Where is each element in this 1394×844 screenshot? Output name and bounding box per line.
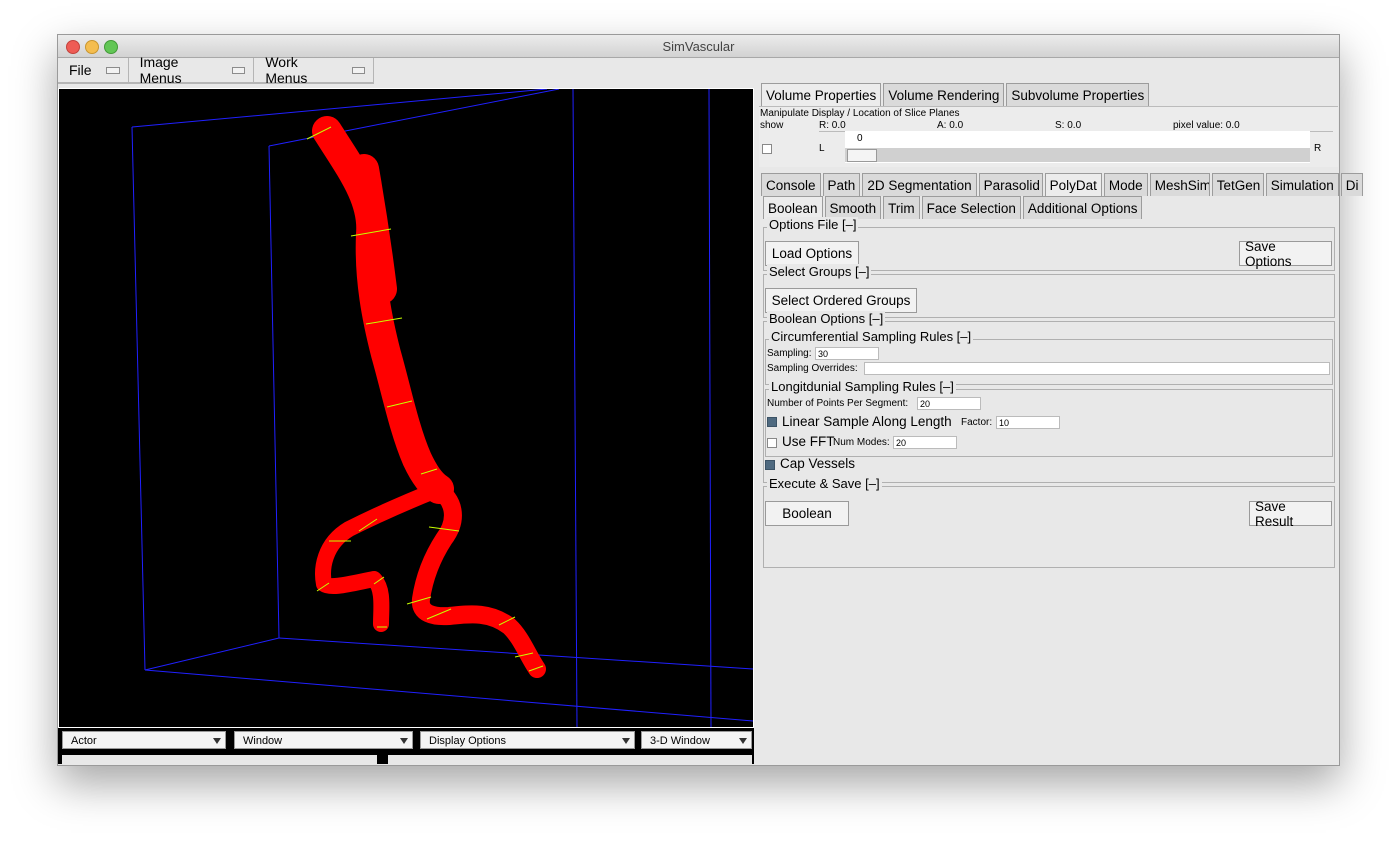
use-fft-label: Use FFT: [782, 434, 835, 449]
save-result-button[interactable]: Save Result: [1249, 499, 1332, 529]
num-modes-label: Num Modes:: [833, 437, 890, 448]
slice-panel: Manipulate Display / Location of Slice P…: [759, 106, 1338, 167]
tab-smooth[interactable]: Smooth: [824, 196, 882, 219]
tab-meshsim[interactable]: MeshSim: [1149, 173, 1210, 196]
chevron-down-icon: [213, 738, 221, 744]
num-modes-field[interactable]: 20: [893, 436, 957, 449]
circumferential-title[interactable]: Circumferential Sampling Rules [–]: [769, 329, 974, 344]
show-checkbox[interactable]: [762, 144, 772, 154]
options-file-title[interactable]: Options File [–]: [767, 217, 859, 232]
viewport-strip-left: [62, 755, 377, 764]
app-window: SimVascular File Image Menus Work Menus: [57, 34, 1363, 766]
tab-trim[interactable]: Trim: [883, 196, 920, 219]
tab-2d-segmentation[interactable]: 2D Segmentation: [862, 173, 977, 196]
actor-dropdown[interactable]: Actor: [62, 731, 226, 749]
display-options-dropdown[interactable]: Display Options: [420, 731, 635, 749]
points-per-segment-label: Number of Points Per Segment:: [767, 398, 909, 409]
main-tabs: Console Path 2D Segmentation Parasolid P…: [761, 173, 1363, 196]
sampling-label: Sampling:: [767, 348, 812, 359]
menu-work[interactable]: Work Menus: [254, 54, 374, 86]
window-dropdown-label: Window: [243, 735, 283, 747]
chevron-down-icon: [400, 738, 408, 744]
factor-label: Factor:: [961, 417, 993, 428]
sub-tabs: Boolean Smooth Trim Face Selection Addit…: [763, 196, 1144, 219]
sampling-overrides-label: Sampling Overrides:: [767, 363, 858, 374]
cap-vessels-label: Cap Vessels: [780, 456, 856, 471]
volume-tabs: Volume Properties Volume Rendering Subvo…: [761, 83, 1151, 106]
bounding-box-lines: [131, 89, 753, 727]
factor-field[interactable]: 10: [996, 416, 1060, 429]
show-label: show: [760, 120, 784, 131]
tab-subvolume-properties[interactable]: Subvolume Properties: [1006, 83, 1150, 106]
menu-indicator-icon: [351, 66, 365, 74]
linear-sample-checkbox[interactable]: [767, 417, 777, 427]
sampling-overrides-field[interactable]: [864, 362, 1330, 375]
menu-image[interactable]: Image Menus: [128, 54, 255, 86]
window-title: SimVascular: [662, 39, 735, 54]
slider-handle[interactable]: [847, 149, 877, 162]
display-options-label: Display Options: [429, 735, 507, 747]
chevron-down-icon: [622, 738, 630, 744]
tab-tetgen[interactable]: TetGen: [1211, 173, 1264, 196]
vessel-render: [131, 89, 753, 727]
3d-viewport[interactable]: [58, 88, 754, 728]
slice-slider[interactable]: 0: [845, 131, 1310, 163]
sampling-field[interactable]: 30: [815, 347, 879, 360]
tab-face-selection[interactable]: Face Selection: [921, 196, 1021, 219]
tab-polydata[interactable]: PolyDat: [1044, 173, 1102, 196]
chevron-down-icon: [739, 738, 747, 744]
menu-image-label: Image Menus: [139, 54, 182, 86]
menu-bar: File Image Menus Work Menus: [58, 54, 374, 86]
menu-file-label: File: [69, 62, 92, 78]
execute-save-group: [763, 486, 1335, 568]
3d-window-label: 3-D Window: [650, 735, 710, 747]
slice-heading: Manipulate Display / Location of Slice P…: [760, 108, 960, 119]
boolean-options-title[interactable]: Boolean Options [–]: [767, 311, 886, 326]
tab-parasolid[interactable]: Parasolid: [978, 173, 1043, 196]
window-dropdown[interactable]: Window: [234, 731, 413, 749]
linear-sample-label: Linear Sample Along Length: [782, 414, 952, 429]
title-bar: SimVascular: [58, 35, 1339, 58]
slider-value: 0: [857, 133, 863, 144]
load-options-button[interactable]: Load Options: [765, 241, 859, 266]
boolean-button[interactable]: Boolean: [765, 501, 849, 526]
menu-indicator-icon: [232, 66, 246, 74]
execute-save-title[interactable]: Execute & Save [–]: [767, 476, 882, 491]
tab-di[interactable]: Di: [1340, 173, 1363, 196]
tab-console[interactable]: Console: [761, 173, 821, 196]
slider-left-label: L: [819, 143, 825, 154]
tab-model[interactable]: Mode: [1103, 173, 1148, 196]
select-ordered-groups-button[interactable]: Select Ordered Groups: [765, 288, 917, 313]
select-groups-title[interactable]: Select Groups [–]: [767, 264, 872, 279]
viewport-controls: Actor Window Display Options 3-D Window: [58, 728, 754, 764]
use-fft-checkbox[interactable]: [767, 438, 777, 448]
menu-file[interactable]: File: [58, 58, 129, 83]
viewport-strip-right: [388, 755, 752, 764]
actor-dropdown-label: Actor: [71, 735, 97, 747]
longitudinal-title[interactable]: Longitdunial Sampling Rules [–]: [769, 379, 956, 394]
3d-window-dropdown[interactable]: 3-D Window: [641, 731, 752, 749]
tab-boolean[interactable]: Boolean: [763, 196, 823, 219]
vessel-model: [312, 116, 546, 678]
right-panel: Volume Properties Volume Rendering Subvo…: [759, 83, 1363, 764]
tab-path[interactable]: Path: [822, 173, 861, 196]
tab-additional-options[interactable]: Additional Options: [1022, 196, 1143, 219]
cap-vessels-checkbox[interactable]: [765, 460, 775, 470]
tab-volume-rendering[interactable]: Volume Rendering: [883, 83, 1005, 106]
save-options-button[interactable]: Save Options: [1239, 239, 1332, 269]
tab-volume-properties[interactable]: Volume Properties: [761, 83, 882, 106]
tab-simulation[interactable]: Simulation: [1265, 173, 1339, 196]
slider-trough: [845, 148, 1310, 162]
points-per-segment-field[interactable]: 20: [917, 397, 981, 410]
slider-right-label: R: [1314, 143, 1322, 154]
menu-indicator-icon: [105, 66, 120, 74]
menu-work-label: Work Menus: [265, 54, 308, 86]
